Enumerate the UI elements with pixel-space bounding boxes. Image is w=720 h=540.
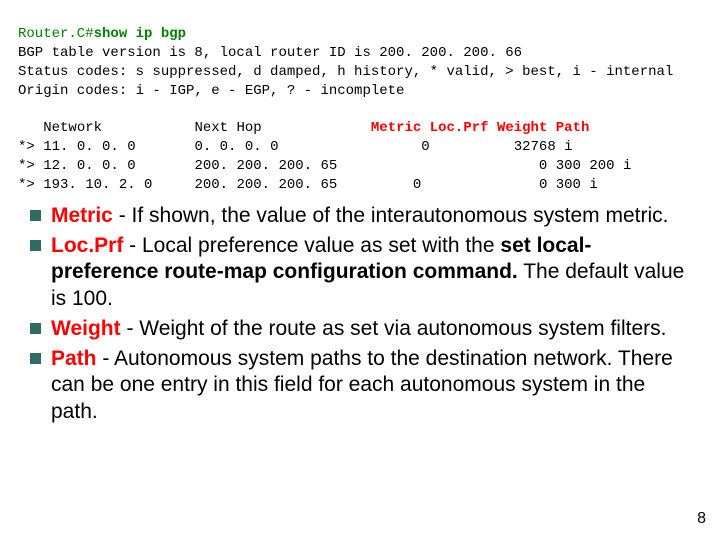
list-item: Loc.Prf - Local preference value as set … [30, 233, 696, 312]
bullet-text: Path - Autonomous system paths to the de… [51, 346, 696, 425]
cli-command: show ip bgp [94, 26, 186, 42]
col-weight: Weight [497, 120, 547, 136]
col-locprf: Loc.Prf [430, 120, 489, 136]
table-row: *> 11. 0. 0. 0 0. 0. 0. 0 0 32768 i [18, 139, 573, 155]
table-row: *> 193. 10. 2. 0 200. 200. 200. 65 0 0 3… [18, 177, 598, 193]
bullet-text: Weight - Weight of the route as set via … [51, 316, 666, 342]
bullet-icon [30, 323, 41, 334]
table-row: *> 12. 0. 0. 0 200. 200. 200. 65 0 300 2… [18, 158, 631, 174]
bullet-icon [30, 210, 41, 221]
bullet-icon [30, 353, 41, 364]
list-item: Weight - Weight of the route as set via … [30, 316, 696, 342]
bgp-version-line: BGP table version is 8, local router ID … [18, 45, 522, 61]
col-metric: Metric [371, 120, 421, 136]
page-number: 8 [697, 510, 706, 528]
router-prompt: Router.C# [18, 26, 94, 42]
bullet-text: Loc.Prf - Local preference value as set … [51, 233, 696, 312]
list-item: Metric - If shown, the value of the inte… [30, 203, 696, 229]
col-nexthop: Next Hop [194, 120, 261, 136]
terminal-output: Router.C#show ip bgp BGP table version i… [0, 0, 720, 195]
bullet-icon [30, 240, 41, 251]
list-item: Path - Autonomous system paths to the de… [30, 346, 696, 425]
status-codes-line: Status codes: s suppressed, d damped, h … [18, 64, 673, 80]
explanation-list: Metric - If shown, the value of the inte… [0, 195, 720, 425]
col-path: Path [556, 120, 590, 136]
bullet-text: Metric - If shown, the value of the inte… [51, 203, 668, 229]
col-network: Network [43, 120, 102, 136]
origin-codes-line: Origin codes: i - IGP, e - EGP, ? - inco… [18, 83, 404, 99]
